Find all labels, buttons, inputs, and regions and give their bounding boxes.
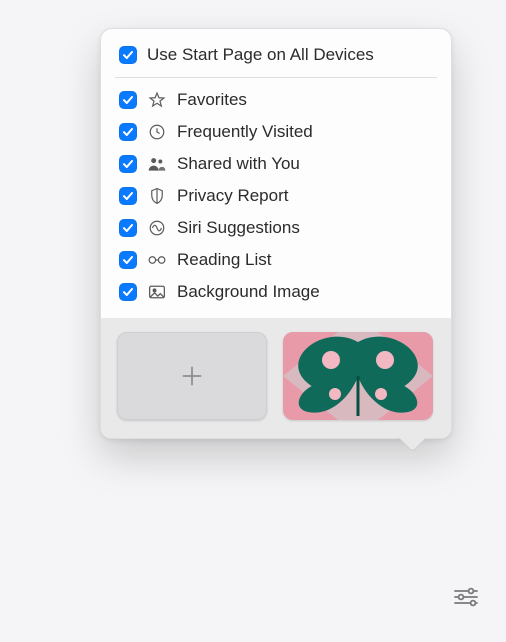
checkbox[interactable]	[119, 219, 137, 237]
option-privacy-report[interactable]: Privacy Report	[101, 180, 451, 212]
butterfly-thumbnail-art	[283, 332, 433, 420]
settings-button[interactable]	[448, 582, 484, 612]
background-thumbnails	[101, 318, 451, 438]
option-background-image[interactable]: Background Image	[101, 276, 451, 308]
checkbox[interactable]	[119, 46, 137, 64]
option-label: Use Start Page on All Devices	[147, 45, 374, 65]
shield-icon	[147, 186, 167, 206]
checkbox[interactable]	[119, 187, 137, 205]
option-label: Reading List	[177, 250, 272, 270]
plus-icon	[179, 363, 205, 389]
option-frequently-visited[interactable]: Frequently Visited	[101, 116, 451, 148]
checkbox[interactable]	[119, 283, 137, 301]
option-label: Frequently Visited	[177, 122, 313, 142]
option-reading-list[interactable]: Reading List	[101, 244, 451, 276]
checkbox[interactable]	[119, 123, 137, 141]
checkbox[interactable]	[119, 251, 137, 269]
option-favorites[interactable]: Favorites	[101, 84, 451, 116]
background-preset-butterfly[interactable]	[283, 332, 433, 420]
option-label: Favorites	[177, 90, 247, 110]
checkbox[interactable]	[119, 91, 137, 109]
option-label: Shared with You	[177, 154, 300, 174]
image-icon	[147, 282, 167, 302]
sliders-icon	[453, 587, 479, 607]
checkbox[interactable]	[119, 155, 137, 173]
siri-icon	[147, 218, 167, 238]
option-label: Background Image	[177, 282, 320, 302]
option-use-start-page-all-devices[interactable]: Use Start Page on All Devices	[101, 41, 451, 77]
start-page-settings-popover: Use Start Page on All Devices Favorites …	[100, 28, 452, 439]
clock-icon	[147, 122, 167, 142]
divider	[115, 77, 437, 78]
add-background-button[interactable]	[117, 332, 267, 420]
option-label: Siri Suggestions	[177, 218, 300, 238]
option-siri-suggestions[interactable]: Siri Suggestions	[101, 212, 451, 244]
people-icon	[147, 154, 167, 174]
option-label: Privacy Report	[177, 186, 288, 206]
glasses-icon	[147, 250, 167, 270]
star-icon	[147, 90, 167, 110]
option-shared-with-you[interactable]: Shared with You	[101, 148, 451, 180]
